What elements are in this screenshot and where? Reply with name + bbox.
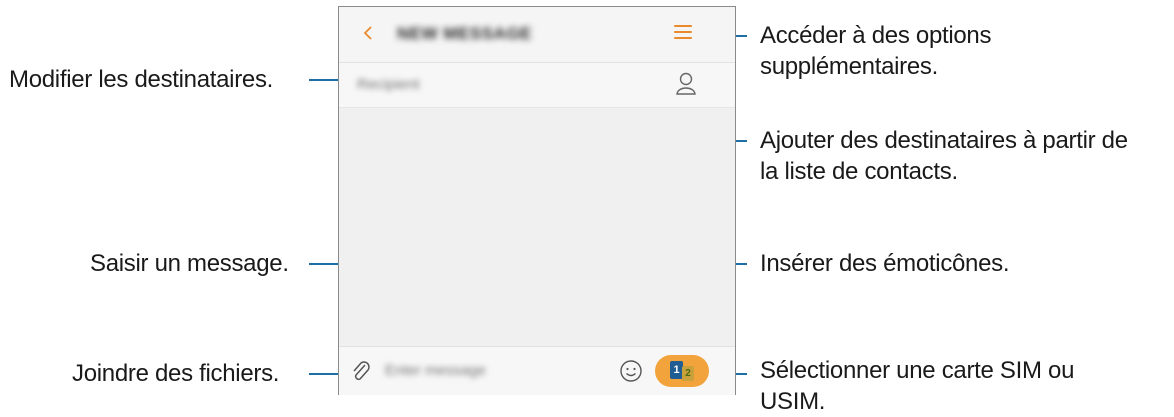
callout-message: Saisir un message. [90, 250, 289, 277]
callout-options-line1: Accéder à des options [760, 22, 992, 49]
callout-emoticons: Insérer des émoticônes. [760, 250, 1010, 277]
callout-attach: Joindre des fichiers. [72, 360, 280, 387]
sim-select-button[interactable]: 1 2 [655, 355, 709, 387]
paperclip-icon[interactable] [349, 359, 373, 385]
recipient-row [339, 63, 735, 108]
recipient-input[interactable] [355, 75, 559, 94]
callout-recipients: Modifier les destinataires. [9, 66, 274, 93]
callout-contacts-line2: la liste de contacts. [760, 158, 958, 185]
callout-contacts: Ajouter des destinataires à partir de la… [760, 125, 1128, 187]
callout-sim: Sélectionner une carte SIM ou USIM. [760, 355, 1074, 417]
contacts-icon[interactable] [675, 71, 697, 97]
page-title: NEW MESSAGE [397, 24, 532, 43]
composer-bar: 1 2 [339, 346, 735, 395]
callout-sim-line1: Sélectionner une carte SIM ou [760, 357, 1075, 384]
callout-contacts-line1: Ajouter des destinataires à partir de [760, 127, 1128, 154]
callout-options-line2: supplémentaires. [760, 53, 938, 80]
more-options-icon[interactable] [674, 25, 692, 43]
sim2-icon: 2 [682, 366, 694, 381]
callout-sim-line2: USIM. [760, 388, 826, 415]
app-header: NEW MESSAGE [339, 7, 735, 63]
callout-options: Accéder à des options supplémentaires. [760, 20, 991, 82]
conversation-area [339, 108, 735, 346]
message-input[interactable] [383, 361, 587, 380]
message-composer-screen: NEW MESSAGE Recipient Enter message 1 2 [338, 6, 736, 395]
emoji-icon[interactable] [619, 359, 643, 383]
chevron-left-icon[interactable] [361, 22, 381, 46]
